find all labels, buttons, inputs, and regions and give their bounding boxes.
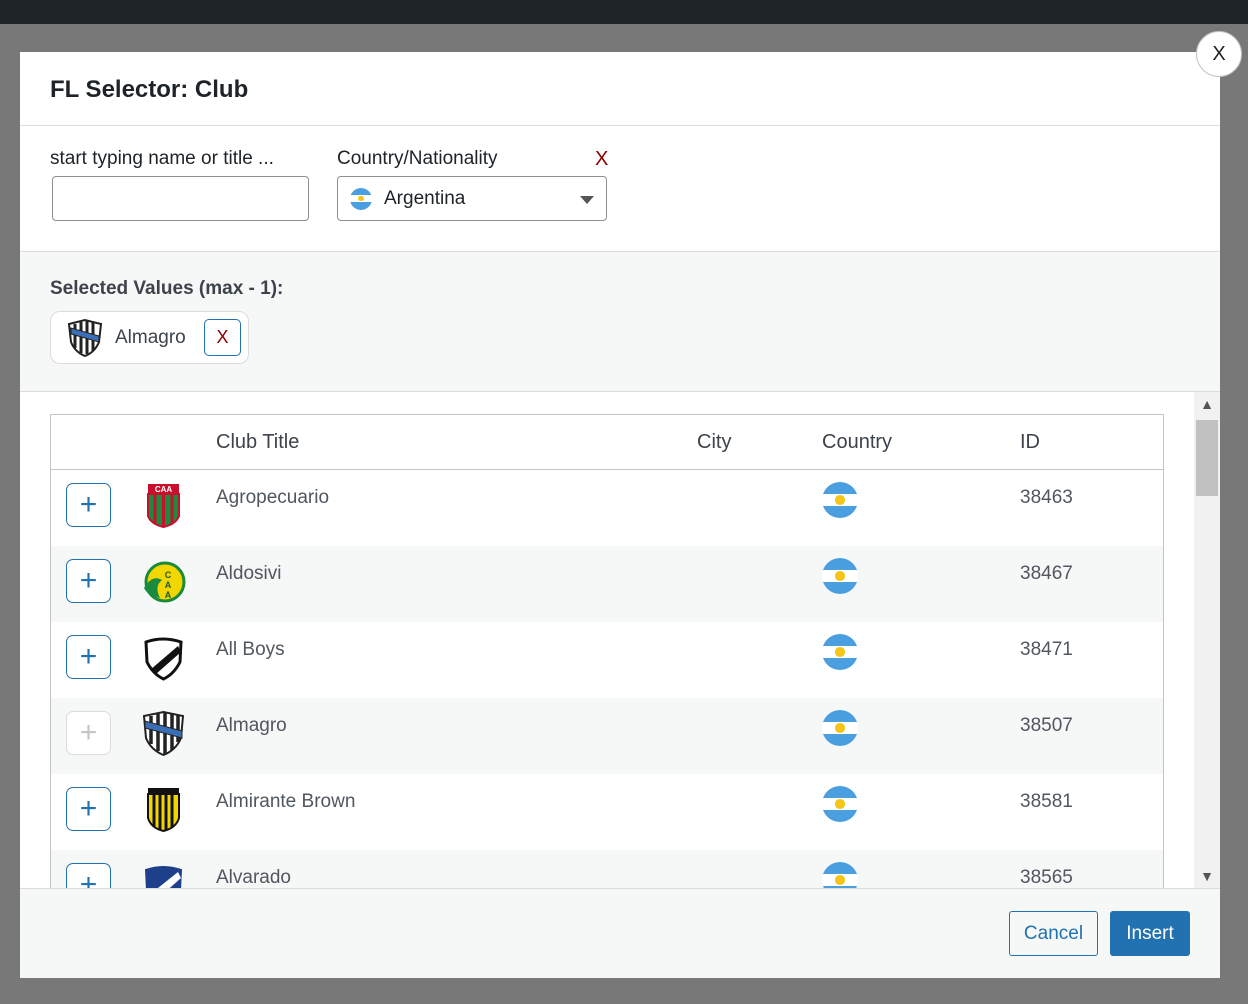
almagro-logo [142, 710, 185, 757]
column-header-id: ID [1020, 431, 1040, 453]
add-club-button[interactable]: + [66, 483, 111, 527]
column-header-city: City [697, 431, 732, 453]
club-id: 38463 [1020, 487, 1073, 508]
table-row: + Alvarado 38565 [51, 850, 1163, 888]
clubs-table-container[interactable]: Club Title City Country ID + CAA Agropec… [20, 392, 1220, 888]
clubs-table: Club Title City Country ID + CAA Agropec… [50, 414, 1164, 888]
argentina-flag-icon [350, 187, 372, 210]
selected-values-section: Selected Values (max - 1): Almagro X [20, 252, 1220, 392]
add-club-button[interactable]: + [66, 863, 111, 888]
club-id: 38507 [1020, 715, 1073, 736]
table-row: + Almirante Brown 38581 [51, 774, 1163, 850]
search-input[interactable] [52, 176, 309, 221]
insert-button[interactable]: Insert [1110, 911, 1190, 956]
almagro-logo [67, 318, 103, 357]
modal-header: FL Selector: Club [20, 52, 1220, 126]
selected-chip: Almagro X [50, 311, 249, 364]
table-scrollbar[interactable]: ▲ ▼ [1194, 392, 1220, 888]
clear-country-button[interactable]: X [595, 148, 608, 171]
table-header: Club Title City Country ID [51, 415, 1163, 470]
club-id: 38565 [1020, 867, 1073, 888]
table-body: + CAA Agropecuario 38463 + C A A Aldosiv… [51, 470, 1163, 888]
remove-selected-button[interactable]: X [204, 319, 241, 356]
add-club-button[interactable]: + [66, 787, 111, 831]
almirante-brown-logo [147, 788, 180, 833]
agropecuario-logo: CAA [147, 484, 180, 529]
argentina-flag-icon [822, 862, 858, 888]
club-id: 38581 [1020, 791, 1073, 812]
argentina-flag-icon [822, 558, 858, 594]
table-row: + CAA Agropecuario 38463 [51, 470, 1163, 546]
add-club-button-disabled: + [66, 711, 111, 755]
add-club-button[interactable]: + [66, 559, 111, 603]
svg-text:CAA: CAA [155, 485, 173, 494]
chevron-down-icon[interactable]: ▼ [1194, 864, 1220, 888]
admin-top-bar [0, 0, 1248, 24]
add-club-button[interactable]: + [66, 635, 111, 679]
selected-values-label: Selected Values (max - 1): [50, 278, 284, 299]
svg-text:A: A [165, 580, 172, 590]
modal-footer: Cancel Insert [20, 888, 1220, 978]
club-title: Almagro [216, 715, 287, 736]
scrollbar-thumb[interactable] [1196, 420, 1218, 496]
club-title: All Boys [216, 639, 285, 660]
club-title: Agropecuario [216, 487, 330, 508]
club-title: Aldosivi [216, 563, 282, 584]
svg-text:C: C [165, 570, 172, 580]
filters-section: start typing name or title ... Country/N… [20, 126, 1220, 252]
club-selector-modal: FL Selector: Club start typing name or t… [20, 52, 1220, 978]
search-label: start typing name or title ... [50, 148, 274, 169]
close-modal-button[interactable]: X [1196, 31, 1242, 77]
club-id: 38471 [1020, 639, 1073, 660]
club-title: Almirante Brown [216, 791, 356, 812]
country-select-value: Argentina [384, 187, 466, 209]
column-header-title: Club Title [216, 431, 300, 453]
table-row: + C A A Aldosivi 38467 [51, 546, 1163, 622]
chevron-up-icon[interactable]: ▲ [1194, 392, 1220, 416]
club-title: Alvarado [216, 867, 291, 888]
argentina-flag-icon [822, 786, 858, 822]
modal-title: FL Selector: Club [50, 76, 249, 103]
cancel-button[interactable]: Cancel [1009, 911, 1098, 956]
chevron-down-icon [580, 196, 594, 204]
club-id: 38467 [1020, 563, 1073, 584]
table-row: + Almagro 38507 [51, 698, 1163, 774]
selected-chip-name: Almagro [115, 326, 186, 348]
argentina-flag-icon [822, 482, 858, 518]
svg-text:A: A [165, 590, 172, 600]
argentina-flag-icon [822, 634, 858, 670]
alvarado-logo [144, 866, 183, 888]
argentina-flag-icon [822, 710, 858, 746]
all-boys-logo [144, 637, 183, 681]
aldosivi-logo: C A A [144, 561, 186, 603]
table-row: + All Boys 38471 [51, 622, 1163, 698]
country-select[interactable]: Argentina [337, 176, 607, 221]
country-label: Country/Nationality [337, 148, 498, 169]
column-header-country: Country [822, 431, 893, 453]
